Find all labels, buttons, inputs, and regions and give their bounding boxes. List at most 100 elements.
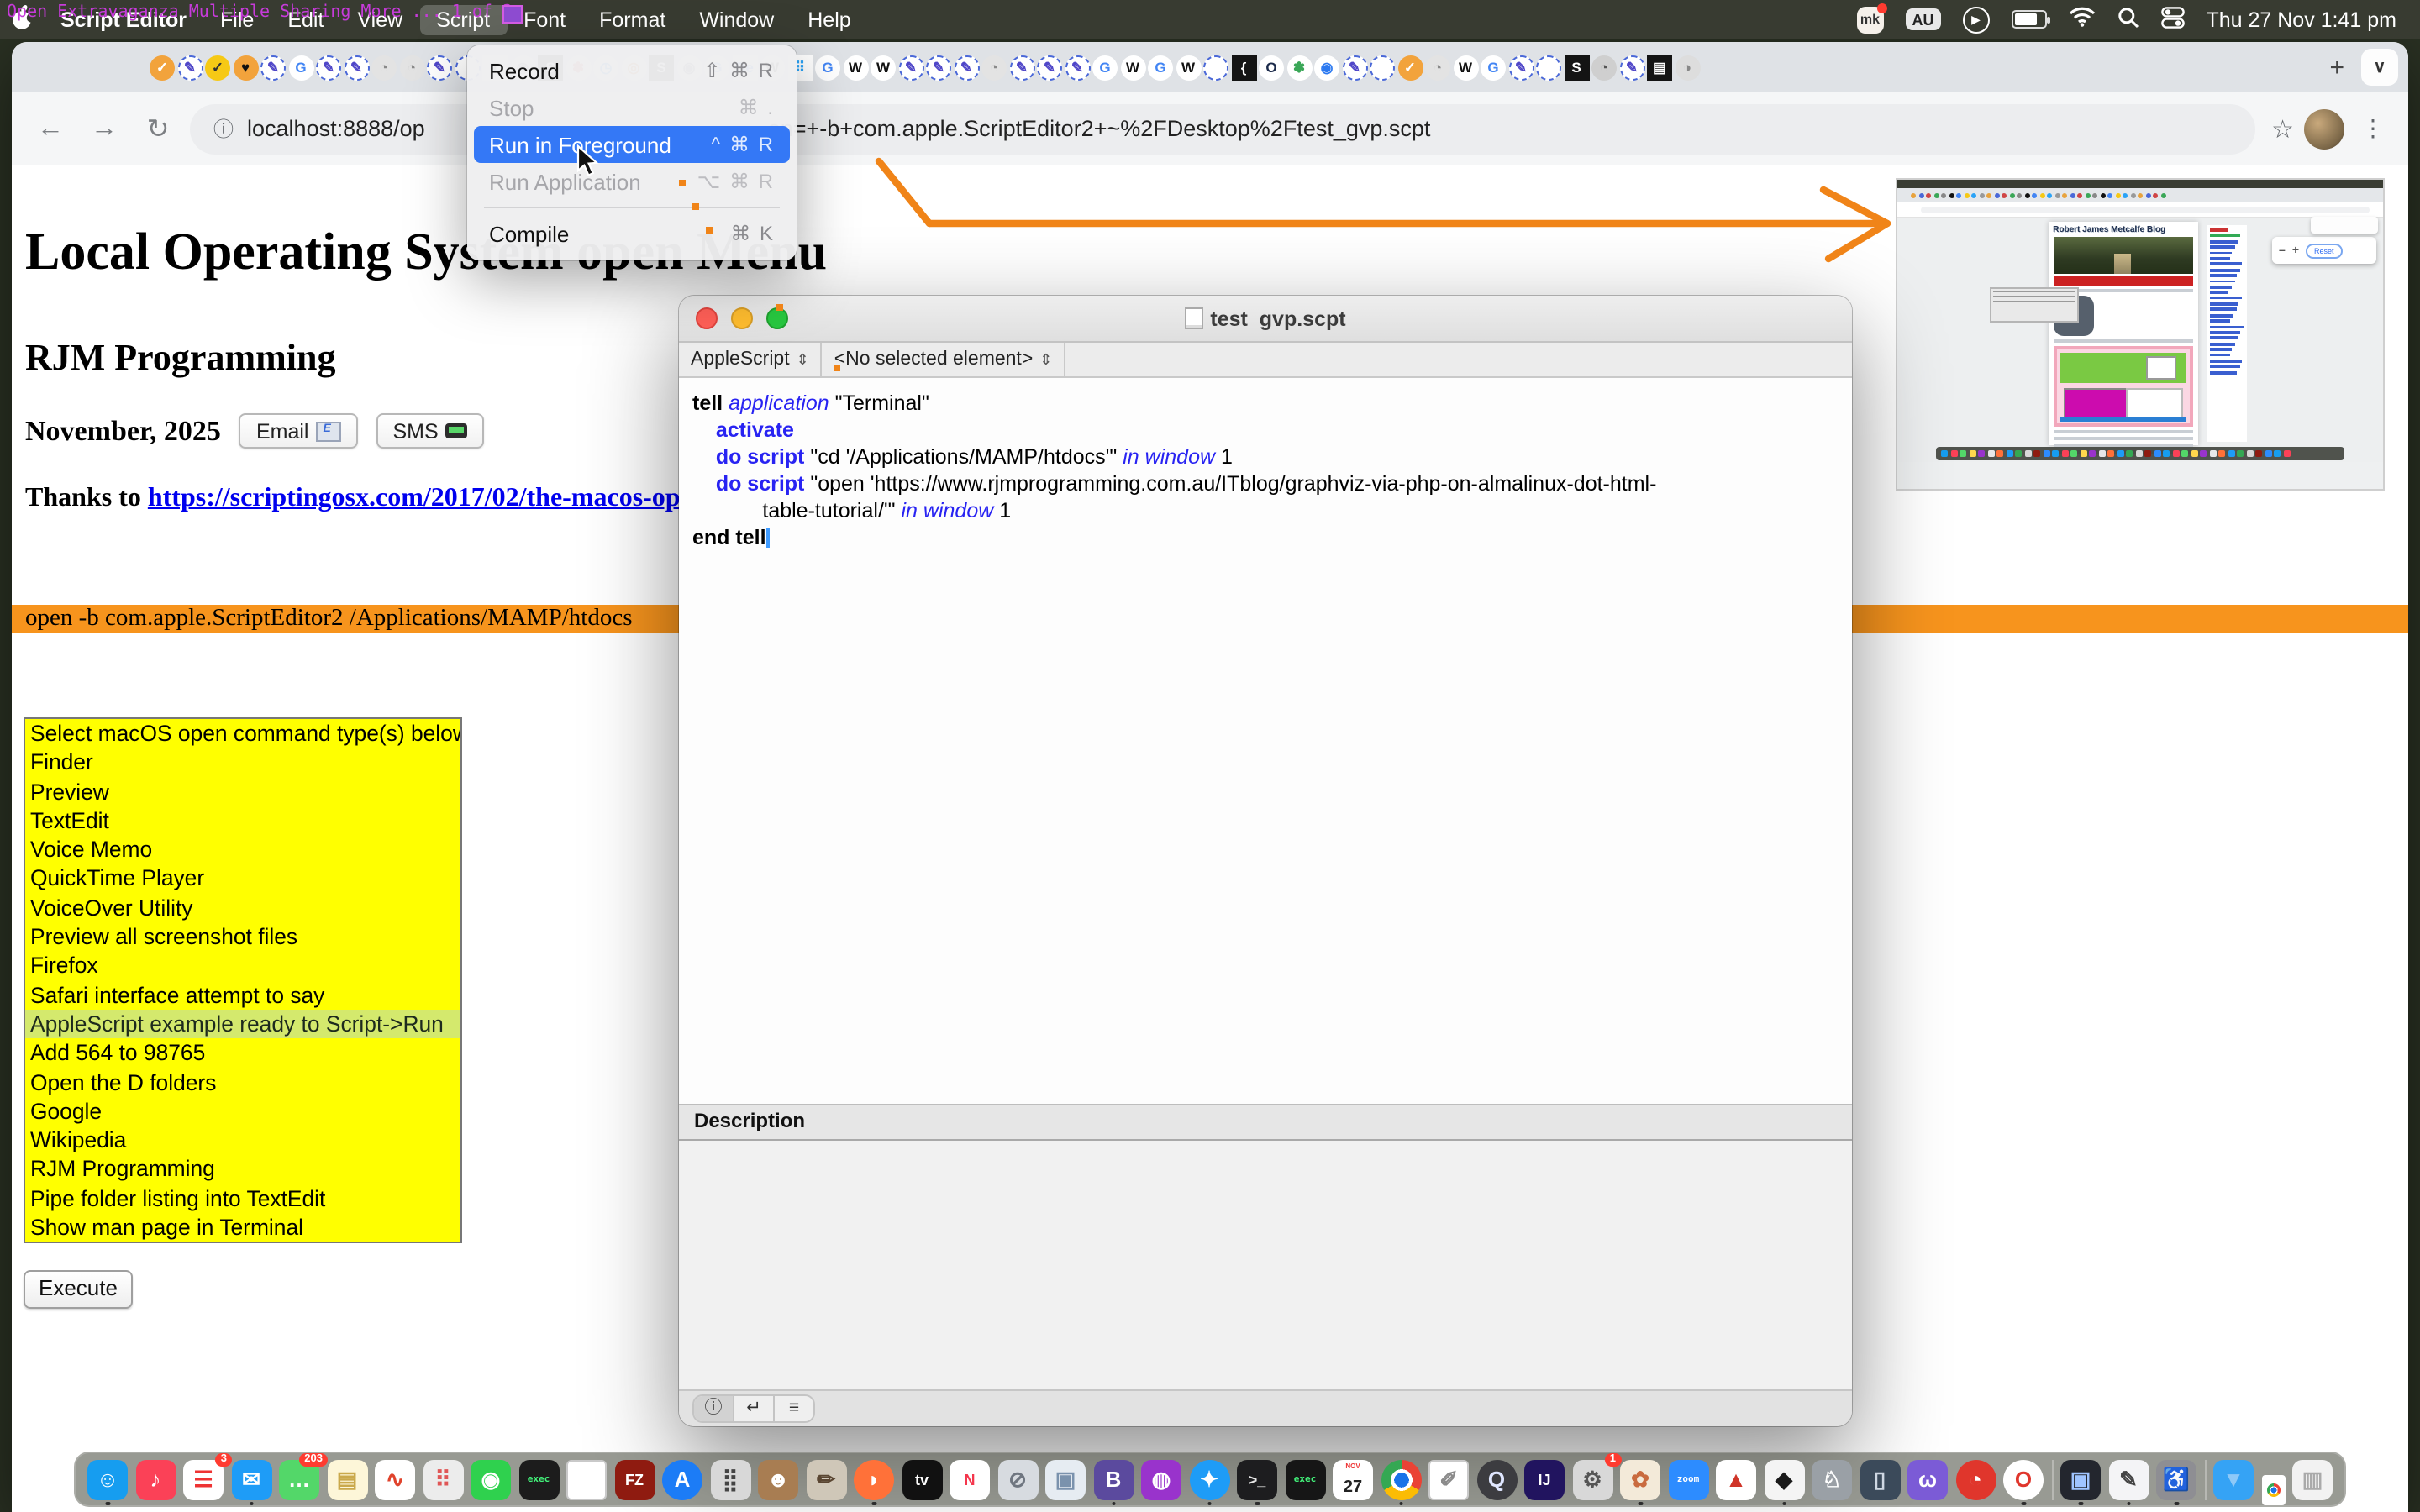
spotlight-search-icon[interactable]	[2117, 6, 2139, 33]
dock-icon-gimp[interactable]: ✏	[806, 1459, 846, 1499]
browser-tab-favicon[interactable]	[1536, 55, 1561, 80]
control-center-icon[interactable]	[2160, 6, 2184, 33]
list-option[interactable]: QuickTime Player	[25, 864, 460, 894]
dock-icon-photos-utility[interactable]: ▣	[1045, 1459, 1086, 1499]
dock-icon-prism-app[interactable]: ▲	[1716, 1459, 1756, 1499]
email-button[interactable]: Email	[239, 413, 358, 449]
site-info-icon[interactable]: ⓘ	[213, 114, 234, 143]
browser-tab-favicon[interactable]: ✎	[427, 55, 452, 80]
browser-tab-favicon[interactable]: W	[843, 55, 868, 80]
browser-tab-favicon[interactable]: ✽	[1286, 55, 1312, 80]
dock-icon-inkscape[interactable]: ◆	[1764, 1459, 1804, 1499]
dock-icon-launchpad[interactable]: ⠿	[423, 1459, 463, 1499]
list-option[interactable]: Pipe folder listing into TextEdit	[25, 1184, 460, 1214]
list-option[interactable]: RJM Programming	[25, 1155, 460, 1184]
list-option[interactable]: VoiceOver Utility	[25, 894, 460, 923]
browser-tab-favicon[interactable]: G	[1148, 55, 1173, 80]
code-editor[interactable]: tell application "Terminal" activate do …	[679, 378, 1852, 1104]
browser-tab-favicon[interactable]: ✓	[150, 55, 175, 80]
browser-tab-favicon[interactable]: ✎	[1065, 55, 1090, 80]
browser-tab-favicon[interactable]	[1203, 55, 1228, 80]
script-editor-titlebar[interactable]: test_gvp.scpt	[679, 296, 1852, 343]
list-option[interactable]: Safari interface attempt to say	[25, 980, 460, 1010]
description-body[interactable]	[679, 1141, 1852, 1389]
browser-tab-favicon[interactable]: ✎	[177, 55, 203, 80]
browser-tab-favicon[interactable]: ✎	[1037, 55, 1062, 80]
dock-icon-calendar[interactable]: 27	[1333, 1459, 1373, 1499]
playback-menu-icon[interactable]: ▶	[1962, 6, 1989, 33]
dock-icon-notes[interactable]: ▤	[327, 1459, 367, 1499]
browser-tab-favicon[interactable]: ✓	[205, 55, 230, 80]
browser-tab-favicon[interactable]: ◔	[371, 55, 397, 80]
browser-tab-favicon[interactable]: ✎	[926, 55, 951, 80]
dock-icon-calculator[interactable]: ⣿	[710, 1459, 750, 1499]
browser-tab-favicon[interactable]: ✎	[260, 55, 286, 80]
menubar-item-format[interactable]: Format	[582, 4, 682, 34]
browser-tab-favicon[interactable]: ♥	[233, 55, 258, 80]
list-option[interactable]: AppleScript example ready to Script->Run	[25, 1010, 460, 1039]
menu-item-run-application[interactable]: Run Application⌥ ⌘ R	[474, 163, 790, 200]
menu-item-record[interactable]: Record⇧ ⌘ R	[474, 52, 790, 89]
list-log-button[interactable]: ≡	[773, 1396, 813, 1421]
list-option[interactable]: Preview all screenshot files	[25, 922, 460, 952]
dock-icon-terminal[interactable]: >_	[1237, 1459, 1277, 1499]
dock-icon-apple-tv[interactable]: tv	[902, 1459, 942, 1499]
list-option[interactable]: Open the D folders	[25, 1068, 460, 1097]
browser-tab-favicon[interactable]: ✎	[344, 55, 369, 80]
dock-icon-settings[interactable]: ⚙1	[1572, 1459, 1612, 1499]
profile-avatar[interactable]	[2304, 108, 2344, 149]
element-popup[interactable]: <No selected element>⇕	[823, 343, 1066, 376]
new-tab-button[interactable]: +	[2312, 53, 2361, 81]
list-option[interactable]: Google	[25, 1097, 460, 1126]
sms-button[interactable]: SMS	[376, 413, 483, 449]
dock-icon-screen-sharing[interactable]: ▣	[2060, 1459, 2101, 1499]
dock-icon-contacts[interactable]: ☻	[758, 1459, 798, 1499]
browser-tab-favicon[interactable]: G	[288, 55, 313, 80]
dock-icon-downloads-folder[interactable]: ▼	[2213, 1459, 2254, 1499]
browser-tab-favicon[interactable]: ▤	[1647, 55, 1672, 80]
dock-icon-markup[interactable]: ✎	[2108, 1459, 2149, 1499]
open-command-listbox[interactable]: Select macOS open command type(s) below …	[24, 717, 462, 1243]
dock-icon-messages[interactable]: …203	[279, 1459, 319, 1499]
browser-tab-favicon[interactable]: ◉	[1314, 55, 1339, 80]
list-option[interactable]: Add 564 to 98765	[25, 1039, 460, 1068]
dock-icon-zoom[interactable]: zoom	[1668, 1459, 1708, 1499]
browser-tab-favicon[interactable]: ✎	[1342, 55, 1367, 80]
browser-tab-favicon[interactable]: ✎	[316, 55, 341, 80]
list-option[interactable]: Show man page in Terminal	[25, 1213, 460, 1242]
bookmark-star-icon[interactable]: ☆	[2271, 113, 2294, 144]
list-option[interactable]: Wikipedia	[25, 1126, 460, 1155]
dock-icon-intellij[interactable]: IJ	[1524, 1459, 1565, 1499]
dock-icon-opera[interactable]: O	[2003, 1459, 2044, 1499]
dock-icon-firefox[interactable]: ◗	[854, 1459, 894, 1499]
notification-app-icon[interactable]: mk	[1856, 6, 1883, 33]
dock-icon-exec-script-2[interactable]: exec	[1285, 1459, 1325, 1499]
dock-icon-freeform[interactable]: ∿	[375, 1459, 415, 1499]
tab-search-chevron-icon[interactable]: ∨	[2361, 49, 2398, 86]
browser-tab-favicon[interactable]: ◔	[981, 55, 1007, 80]
browser-tab-favicon[interactable]	[1370, 55, 1395, 80]
menu-item-compile[interactable]: Compile⌘ K	[474, 215, 790, 252]
dock-icon-reminders[interactable]: ☰3	[183, 1459, 224, 1499]
execute-button[interactable]: Execute	[24, 1270, 133, 1309]
menubar-item-help[interactable]: Help	[791, 4, 867, 34]
list-option[interactable]: Firefox	[25, 952, 460, 981]
dock-icon-chrome-file[interactable]	[2261, 1475, 2285, 1505]
menubar-item-window[interactable]: Window	[682, 4, 791, 34]
browser-tab-favicon[interactable]: W	[1453, 55, 1478, 80]
list-option[interactable]: Select macOS open command type(s) below …	[25, 719, 460, 748]
browser-tab-favicon[interactable]: ✓	[1397, 55, 1423, 80]
browser-tab-favicon[interactable]: ✎	[954, 55, 979, 80]
dock-icon-mail[interactable]: ✉	[231, 1459, 271, 1499]
dock-icon-exec-script[interactable]: exec	[518, 1459, 559, 1499]
dock-icon-music[interactable]: ♪	[135, 1459, 176, 1499]
browser-tab-favicon[interactable]: G	[1481, 55, 1506, 80]
list-option[interactable]: TextEdit	[25, 806, 460, 836]
browser-menu-icon[interactable]: ⋮	[2354, 114, 2391, 143]
reload-icon[interactable]: ↻	[136, 112, 180, 145]
dock-icon-chrome[interactable]	[1381, 1459, 1421, 1499]
browser-tab-favicon[interactable]: G	[815, 55, 840, 80]
browser-tab-favicon[interactable]: ◔	[1425, 55, 1450, 80]
language-popup[interactable]: AppleScript⇕	[679, 343, 823, 376]
browser-tab-favicon[interactable]: ◑	[1675, 55, 1700, 80]
